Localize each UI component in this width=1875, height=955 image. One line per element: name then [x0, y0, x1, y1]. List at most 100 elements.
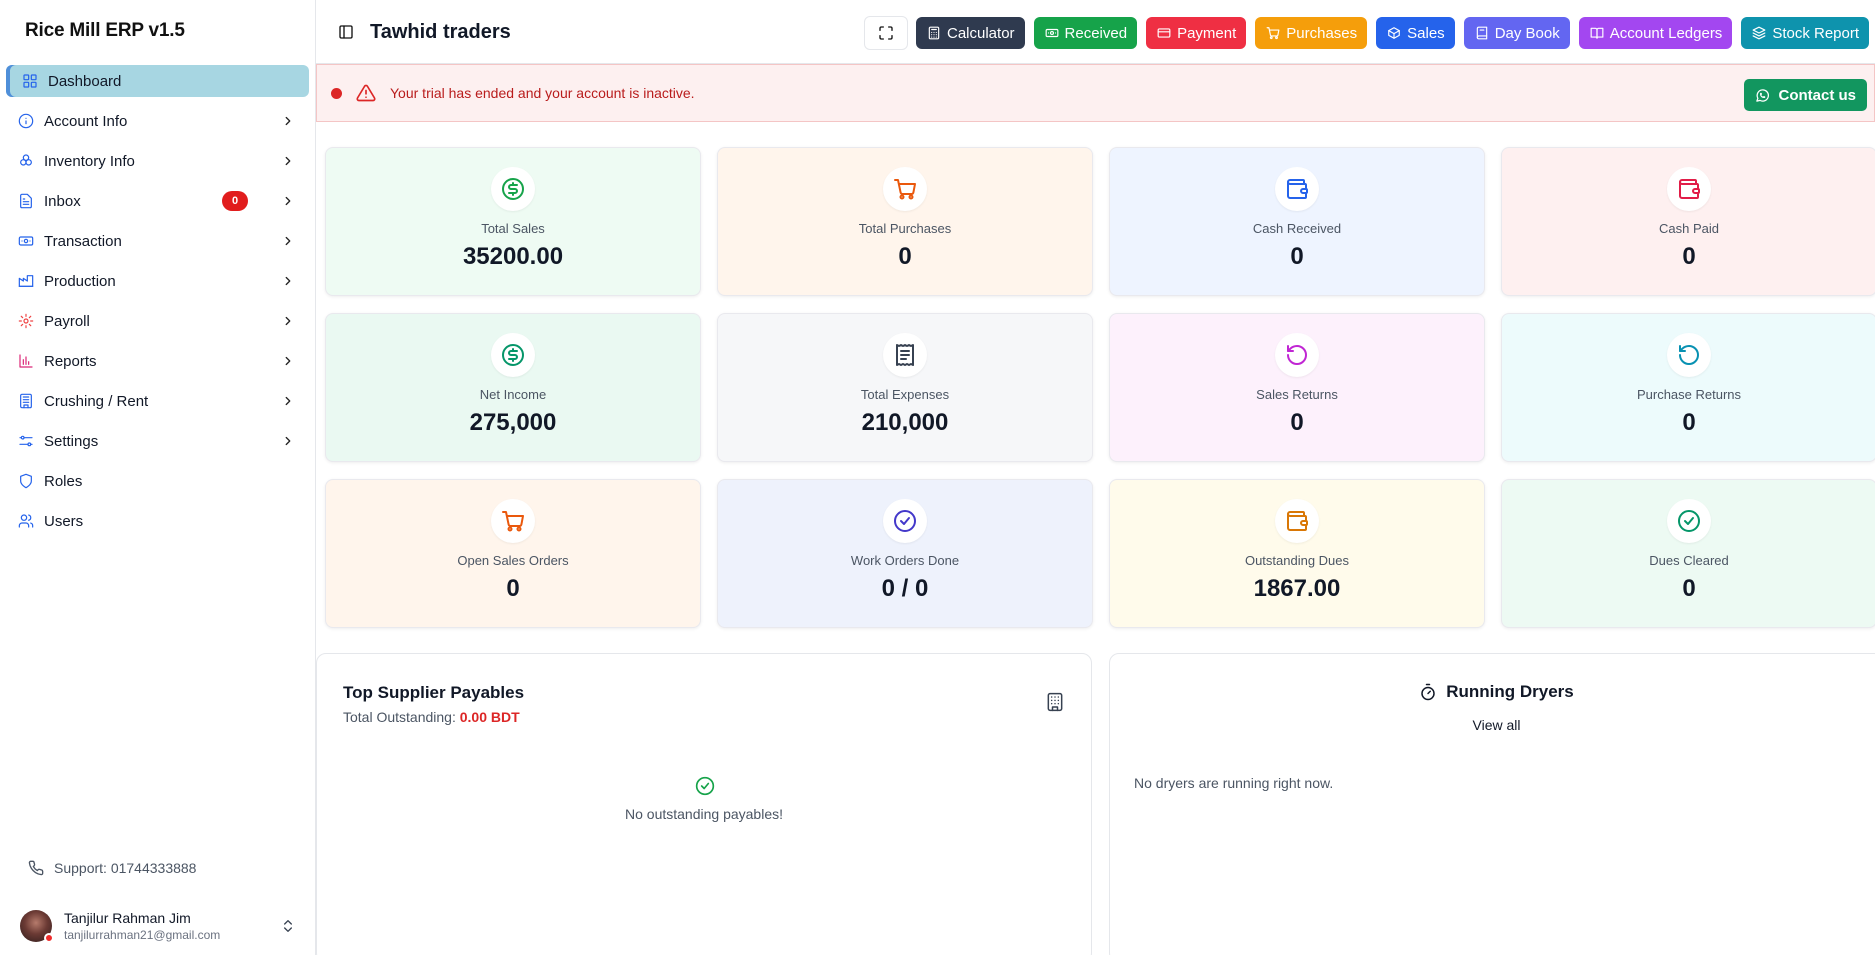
sidebar-item-label: Reports [44, 352, 97, 370]
sidebar-toggle-icon[interactable] [338, 24, 354, 40]
book-icon [1476, 26, 1487, 40]
grid-icon [23, 74, 37, 88]
rotate-ccw-icon [1287, 345, 1307, 365]
cart-icon [894, 179, 916, 200]
stat-value: 35200.00 [462, 243, 564, 270]
stat-icon-wrap [1667, 499, 1711, 543]
stats-grid: Total Sales 35200.00 Total Purchases 0 Cash … [325, 147, 1875, 628]
fullscreen-button[interactable] [864, 16, 908, 50]
factory-icon-wrap [18, 273, 34, 289]
total-outstanding: Total Outstanding: 0.00 BDT [343, 709, 520, 725]
stat-icon-wrap [1275, 167, 1319, 211]
day-book-label: Day Book [1494, 24, 1560, 42]
sidebar-item-inbox[interactable]: Inbox 0 [6, 185, 309, 217]
chevrons-up-down-icon[interactable] [280, 918, 296, 934]
sidebar-item-label: Crushing / Rent [44, 392, 149, 410]
chevron-right-icon [285, 196, 291, 206]
bar-chart-icon [19, 354, 33, 368]
calculator-button[interactable]: Calculator [916, 17, 1025, 49]
cog-icon [18, 313, 34, 329]
stat-label: Sales Returns [1256, 387, 1338, 402]
building-icon [1047, 692, 1063, 712]
purchases-label: Purchases [1286, 24, 1358, 42]
check-circle-icon [894, 510, 916, 532]
chevron-right-icon [285, 276, 291, 286]
received-label: Received [1064, 24, 1128, 42]
stat-card-dues-cleared: Dues Cleared 0 [1501, 479, 1875, 628]
check-circle-icon [1678, 510, 1700, 532]
stat-card-purchase-returns: Purchase Returns 0 [1501, 313, 1875, 462]
view-all-link[interactable]: View all [1110, 717, 1875, 733]
avatar[interactable] [20, 910, 54, 943]
wallet-icon [1287, 179, 1308, 199]
document-icon-wrap [18, 193, 34, 209]
quick-actions: Calculator Received Payment Purchases Sales D… [916, 17, 1870, 49]
stat-card-total-expenses: Total Expenses 210,000 [717, 313, 1093, 462]
stat-label: Work Orders Done [850, 553, 960, 568]
payment-button[interactable]: Payment [1146, 17, 1247, 49]
stat-icon-wrap [491, 499, 535, 543]
chevron-right-icon [285, 436, 291, 446]
sales-label: Sales [1407, 24, 1445, 42]
sliders-icon [19, 435, 33, 447]
whatsapp-icon [1756, 88, 1770, 102]
credit-card-icon [1157, 28, 1171, 38]
user-menu[interactable]: Tanjilur Rahman Jim tanjilurrahman21@gma… [20, 906, 296, 946]
factory-icon [18, 275, 34, 287]
received-button[interactable]: Received [1033, 17, 1138, 49]
cog-icon-wrap [18, 313, 34, 329]
account-ledgers-button[interactable]: Account Ledgers [1578, 17, 1733, 49]
sidebar-item-crushing-rent[interactable]: Crushing / Rent [6, 385, 309, 417]
sales-button[interactable]: Sales [1376, 17, 1455, 49]
total-outstanding-amount: 0.00 BDT [459, 709, 520, 725]
supplier-payables-title: Top Supplier Payables [343, 683, 525, 702]
no-dryers-message: No dryers are running right now. [1134, 775, 1334, 791]
sidebar-item-dashboard[interactable]: Dashboard [6, 65, 309, 97]
stat-value: 0 [898, 243, 912, 270]
sidebar-item-users[interactable]: Users [6, 505, 309, 537]
sidebar-item-production[interactable]: Production [6, 265, 309, 297]
wallet-icon [1287, 511, 1308, 531]
ledger-icon [1590, 27, 1604, 39]
sidebar-item-payroll[interactable]: Payroll [6, 305, 309, 337]
purchases-button[interactable]: Purchases [1255, 17, 1368, 49]
stat-label: Total Purchases [858, 221, 952, 236]
topbar: Tawhid traders Calculator Received Payment… [316, 0, 1875, 64]
cart-icon [1266, 27, 1280, 40]
stat-icon-wrap [491, 167, 535, 211]
stat-card-net-income: Net Income 275,000 [325, 313, 701, 462]
dollar-icon [502, 178, 524, 200]
support-text: Support: 01744333888 [54, 860, 197, 876]
sidebar-item-label: Dashboard [48, 72, 122, 90]
stat-icon-wrap [883, 333, 927, 377]
stat-value: 0 [1682, 575, 1696, 602]
chevron-right-icon [285, 396, 291, 406]
stat-icon-wrap [1275, 333, 1319, 377]
stock-report-button[interactable]: Stock Report [1741, 17, 1870, 49]
stat-icon-wrap [1275, 499, 1319, 543]
inbox-count-badge: 0 [222, 191, 248, 211]
stat-icon-wrap [883, 499, 927, 543]
boxes-icon-wrap [18, 153, 34, 169]
day-book-button[interactable]: Day Book [1463, 17, 1570, 49]
stat-card-open-sales-orders: Open Sales Orders 0 [325, 479, 701, 628]
sidebar-item-roles[interactable]: Roles [6, 465, 309, 497]
status-dot [44, 933, 54, 943]
stat-label: Purchase Returns [1636, 387, 1742, 402]
stat-value: 0 [1682, 409, 1696, 436]
wallet-icon [1679, 179, 1700, 199]
maximize-icon [879, 26, 893, 40]
sidebar-item-transaction[interactable]: Transaction [6, 225, 309, 257]
stat-card-work-orders-done: Work Orders Done 0 / 0 [717, 479, 1093, 628]
user-email: tanjilurrahman21@gmail.com [64, 928, 221, 942]
sidebar-item-account-info[interactable]: Account Info [6, 105, 309, 137]
sidebar-item-inventory-info[interactable]: Inventory Info [6, 145, 309, 177]
users-icon [18, 514, 34, 528]
sidebar-item-reports[interactable]: Reports [6, 345, 309, 377]
stat-label: Total Expenses [860, 387, 950, 402]
contact-us-button[interactable]: Contact us [1744, 79, 1867, 111]
running-dryers-title: Running Dryers [1446, 682, 1574, 701]
sidebar-item-settings[interactable]: Settings [6, 425, 309, 457]
sidebar-item-label: Payroll [44, 312, 90, 330]
sliders-icon-wrap [18, 433, 34, 449]
